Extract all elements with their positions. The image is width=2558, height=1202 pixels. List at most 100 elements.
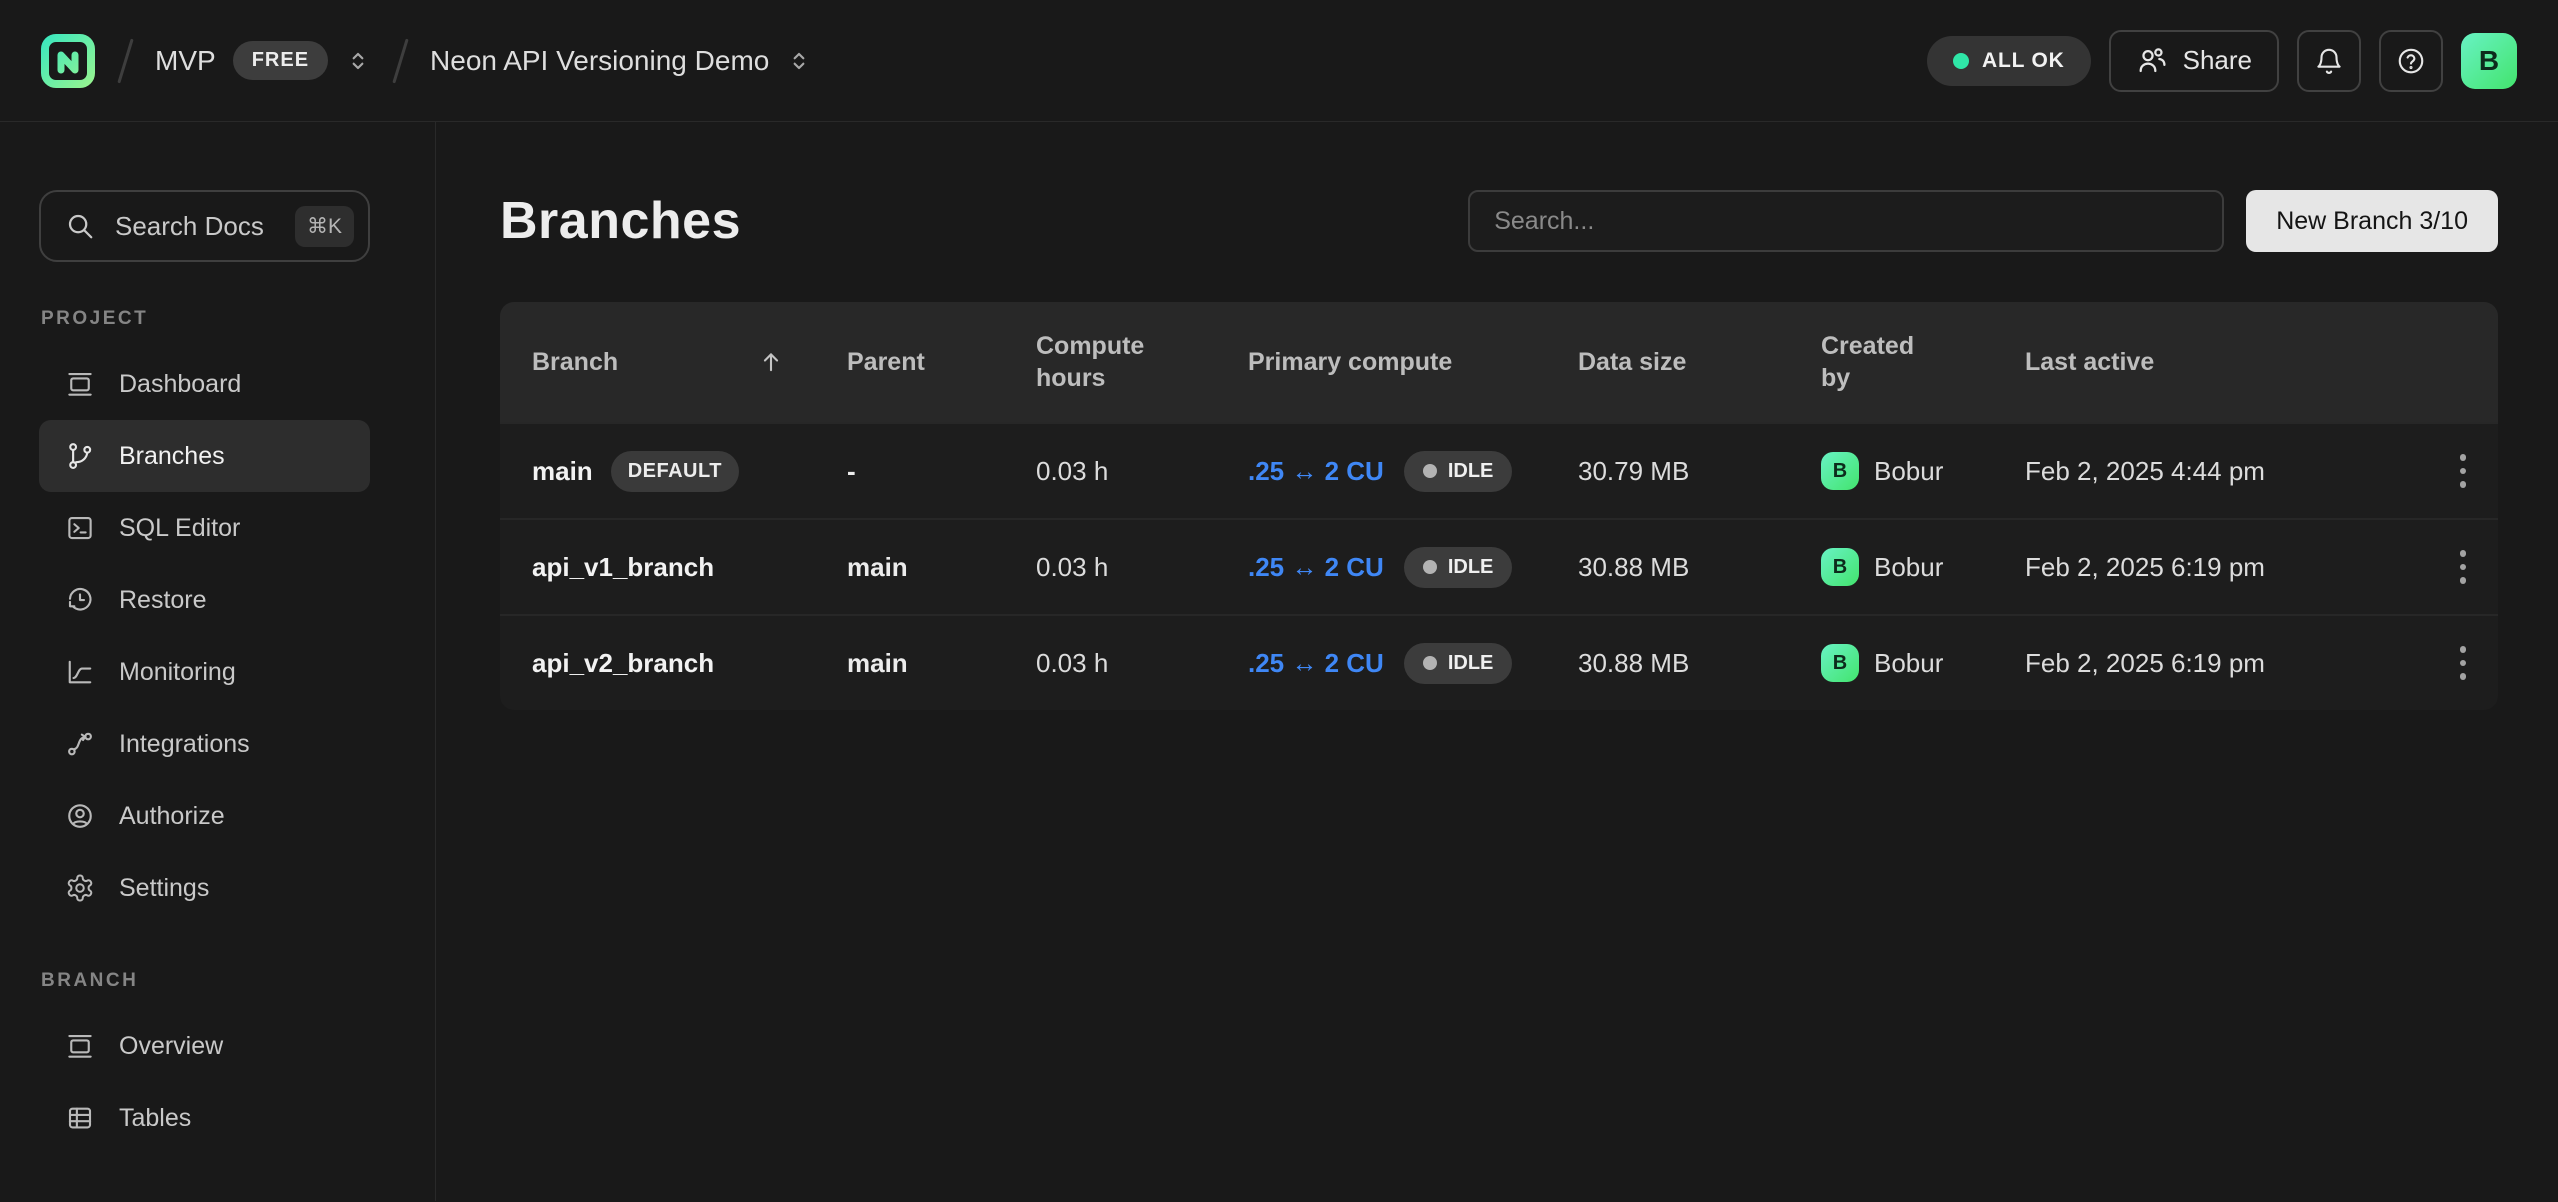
sidebar-item-dashboard[interactable]: Dashboard [39,348,370,420]
sidebar-item-tables[interactable]: Tables [39,1082,370,1154]
data-size-cell: 30.88 MB [1578,552,1821,583]
sidebar-item-monitoring[interactable]: Monitoring [39,636,370,708]
sidebar-item-overview[interactable]: Overview [39,1010,370,1082]
question-circle-icon [2396,46,2426,76]
column-header-parent: Parent [847,348,1036,377]
share-button[interactable]: Share [2109,30,2279,92]
gear-icon [65,873,95,903]
neon-logo-icon[interactable] [40,33,96,89]
row-menu-button[interactable] [2454,645,2475,681]
created-by-cell: B Bobur [1821,644,2025,682]
history-clock-icon [65,585,95,615]
table-grid-icon [65,1103,95,1133]
user-avatar[interactable]: B [2461,33,2517,89]
chart-line-icon [65,657,95,687]
users-icon [2136,45,2168,77]
main-content: Branches New Branch 3/10 Branch Parent C… [436,122,2558,1201]
terminal-icon [65,513,95,543]
idle-dot-icon [1423,560,1437,574]
overview-window-icon [65,1031,95,1061]
branches-table: Branch Parent Compute hours Primary comp… [500,302,2498,710]
branch-name: api_v2_branch [532,648,714,679]
help-button[interactable] [2379,30,2443,92]
dashboard-window-icon [65,369,95,399]
creator-name: Bobur [1874,552,1943,583]
branch-search-input[interactable] [1468,190,2224,252]
creator-avatar: B [1821,548,1859,586]
parent-cell: main [847,648,1036,679]
sidebar: Search Docs ⌘K PROJECT Dashboard Branche… [0,122,436,1201]
compute-hours-cell: 0.03 h [1036,648,1248,679]
bell-icon [2314,46,2344,76]
sidebar-item-settings[interactable]: Settings [39,852,370,924]
notifications-button[interactable] [2297,30,2361,92]
data-size-cell: 30.88 MB [1578,648,1821,679]
row-menu-button[interactable] [2454,453,2475,489]
breadcrumb-divider [117,38,133,83]
user-circle-icon [65,801,95,831]
integrations-flow-icon [65,729,95,759]
share-label: Share [2183,45,2252,76]
page-title: Branches [500,191,741,251]
compute-hours-cell: 0.03 h [1036,456,1248,487]
sidebar-item-label: Restore [119,586,207,615]
creator-name: Bobur [1874,456,1943,487]
row-menu-button[interactable] [2454,549,2475,585]
sidebar-section-project: PROJECT [41,308,435,330]
creator-avatar: B [1821,452,1859,490]
sidebar-item-label: Monitoring [119,658,236,687]
sidebar-item-label: SQL Editor [119,514,240,543]
org-name: MVP [155,45,216,77]
org-selector[interactable]: MVP FREE [155,41,371,80]
sidebar-item-integrations[interactable]: Integrations [39,708,370,780]
status-ok-dot-icon [1953,53,1969,69]
avatar-initial: B [2479,45,2499,77]
column-header-last-active: Last active [2025,348,2402,377]
created-by-cell: B Bobur [1821,452,2025,490]
sidebar-item-sql-editor[interactable]: SQL Editor [39,492,370,564]
table-row[interactable]: main DEFAULT - 0.03 h .25 ↔ 2 CU IDLE 30… [500,422,2498,518]
sidebar-item-label: Integrations [119,730,250,759]
column-header-created-by: Created by [1821,330,2025,395]
table-row[interactable]: api_v2_branch main 0.03 h .25 ↔ 2 CU IDL… [500,614,2498,710]
sidebar-item-label: Dashboard [119,370,241,399]
keyboard-shortcut-badge: ⌘K [295,206,354,247]
compute-hours-cell: 0.03 h [1036,552,1248,583]
column-header-compute-hours: Compute hours [1036,330,1248,395]
last-active-cell: Feb 2, 2025 6:19 pm [2025,552,2402,583]
new-branch-button[interactable]: New Branch 3/10 [2246,190,2498,252]
plan-badge: FREE [233,41,328,80]
parent-cell: main [847,552,1036,583]
compute-state-badge: IDLE [1404,547,1513,588]
sidebar-item-authorize[interactable]: Authorize [39,780,370,852]
compute-size-link[interactable]: .25 ↔ 2 CU [1248,552,1384,583]
default-badge: DEFAULT [611,451,739,492]
top-header: MVP FREE Neon API Versioning Demo ALL OK [0,0,2558,122]
sidebar-item-label: Tables [119,1104,191,1133]
column-header-branch[interactable]: Branch [532,348,847,377]
last-active-cell: Feb 2, 2025 4:44 pm [2025,456,2402,487]
search-icon [65,211,95,241]
status-label: ALL OK [1982,49,2065,73]
status-badge[interactable]: ALL OK [1927,36,2091,86]
table-row[interactable]: api_v1_branch main 0.03 h .25 ↔ 2 CU IDL… [500,518,2498,614]
creator-avatar: B [1821,644,1859,682]
project-selector[interactable]: Neon API Versioning Demo [430,45,812,77]
sidebar-item-restore[interactable]: Restore [39,564,370,636]
sort-ascending-icon [757,348,785,376]
branch-name: api_v1_branch [532,552,714,583]
chevron-updown-icon [345,48,371,74]
compute-size-link[interactable]: .25 ↔ 2 CU [1248,456,1384,487]
sidebar-section-branch: BRANCH [41,970,435,992]
compute-size-link[interactable]: .25 ↔ 2 CU [1248,648,1384,679]
sidebar-item-branches[interactable]: Branches [39,420,370,492]
header-actions: ALL OK Share [1927,30,2517,92]
compute-state-badge: IDLE [1404,451,1513,492]
breadcrumb: MVP FREE Neon API Versioning Demo [40,33,812,89]
compute-state-badge: IDLE [1404,643,1513,684]
branch-name: main [532,456,593,487]
primary-compute-cell: .25 ↔ 2 CU IDLE [1248,547,1578,588]
column-header-primary-compute: Primary compute [1248,348,1578,377]
sidebar-item-label: Branches [119,442,225,471]
search-docs-input[interactable]: Search Docs ⌘K [39,190,370,262]
